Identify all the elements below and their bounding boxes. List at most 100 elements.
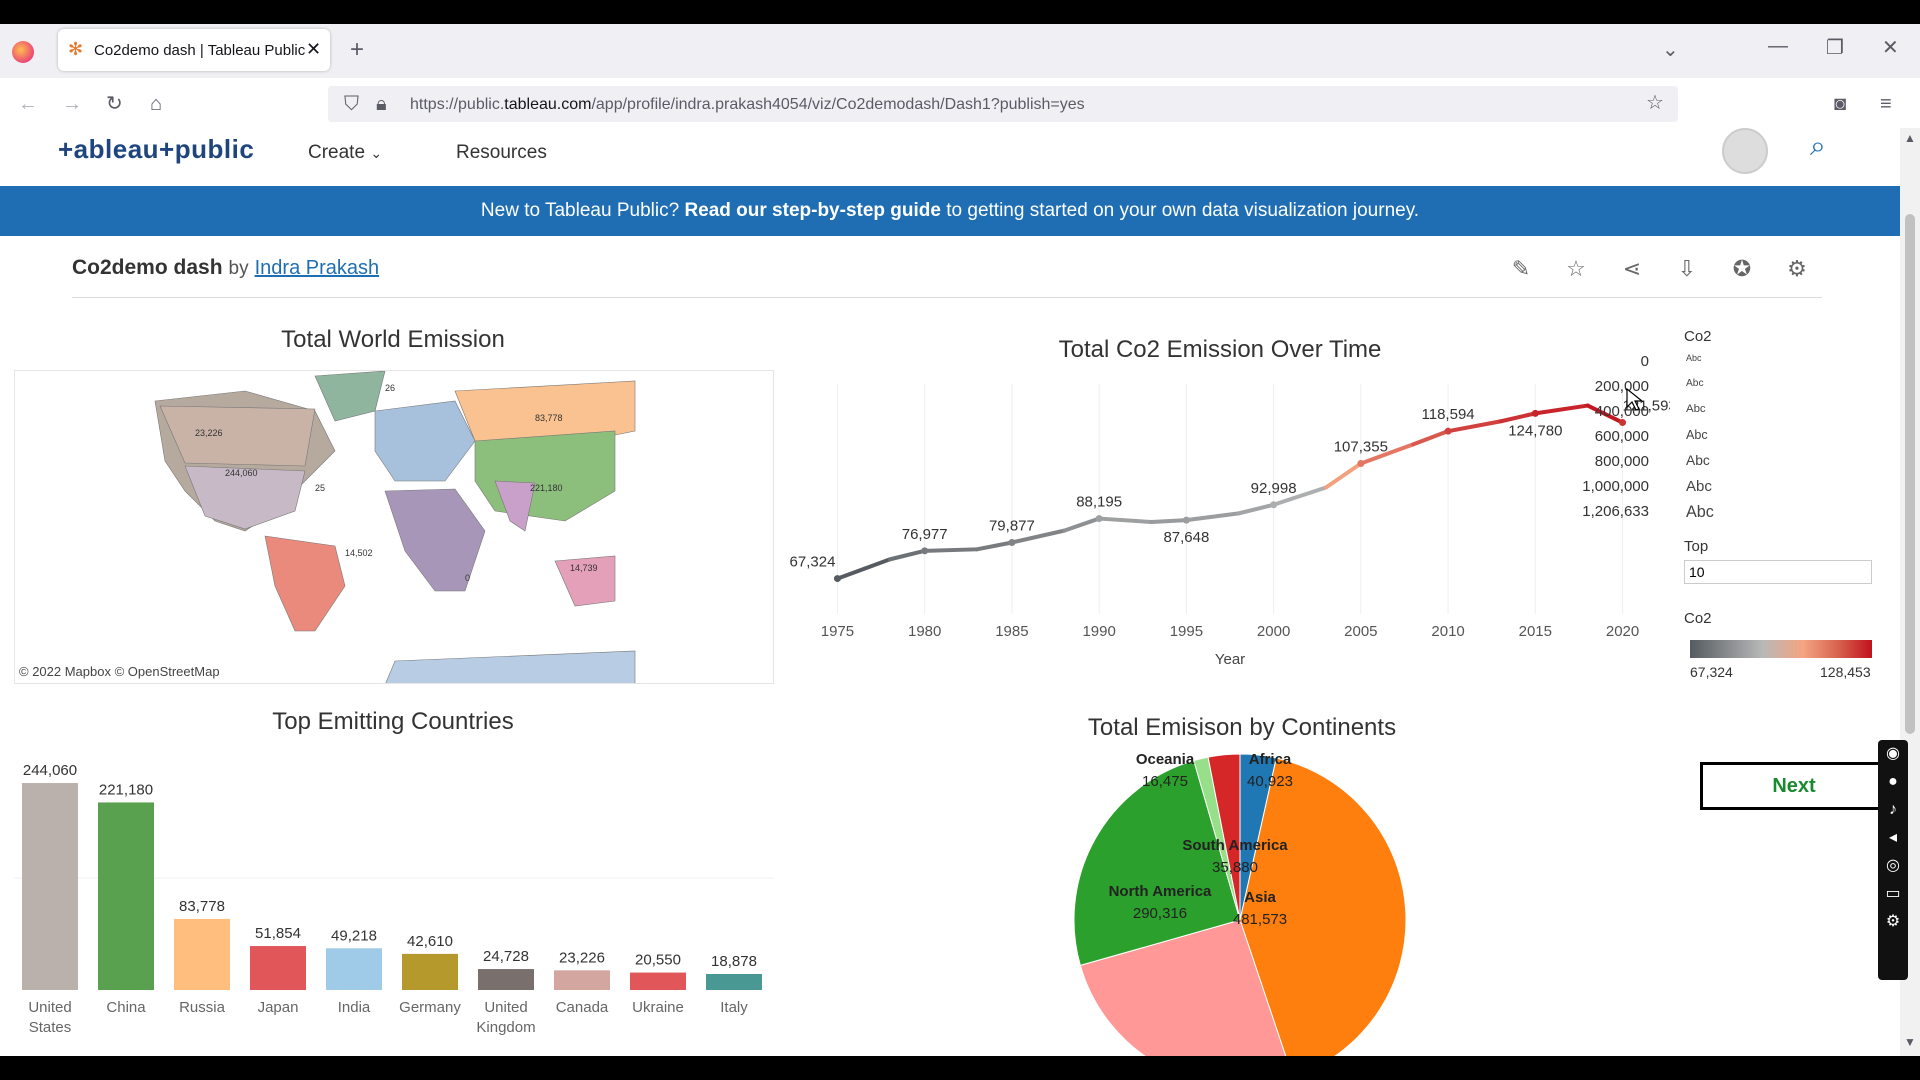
new-tab-icon[interactable]: + [350,38,364,62]
settings-icon[interactable]: ⚙ [1782,256,1812,286]
line-point[interactable] [1095,515,1103,523]
line-segment[interactable] [975,540,1014,552]
bar-category-label: Ukraine [632,999,684,1016]
pie-slice-name: Asia [1244,889,1276,906]
bar-category-label: Canada [556,999,609,1016]
banner-guide-link[interactable]: Read our step-by-step guide [684,200,941,221]
line-segment[interactable] [922,547,980,553]
url-text[interactable]: https://public.tableau.com/app/profile/i… [410,96,1085,114]
map-canada[interactable] [159,405,316,467]
line-point[interactable] [1270,501,1278,509]
bar[interactable] [478,969,534,990]
shield-icon[interactable]: ⛉ [344,94,359,114]
bar[interactable] [630,972,686,990]
camera-icon[interactable]: ◉ [1878,740,1908,768]
minimize-icon[interactable]: — [1768,36,1788,56]
line-point[interactable] [1619,419,1627,427]
x-tick-label: 2020 [1606,623,1639,640]
pie-slice-name: South America [1182,837,1288,854]
restore-icon[interactable]: ❐ [1826,38,1844,58]
line-point[interactable] [1444,427,1452,435]
line-segment[interactable] [835,557,892,581]
award-icon[interactable]: ✪ [1727,256,1757,286]
next-button[interactable]: Next [1700,762,1888,810]
bar[interactable] [706,973,762,990]
line-segment[interactable] [1184,511,1241,523]
size-legend-title: Co2 [1684,328,1712,345]
menu-icon[interactable]: ≡ [1880,94,1892,114]
lock-icon[interactable]: 🔒︎ [376,94,387,114]
line-data-label: 107,355 [1334,438,1388,455]
microphone-icon[interactable]: ♪ [1878,796,1908,824]
line-segment[interactable] [1062,516,1102,533]
line-point[interactable] [1357,459,1365,467]
bar-value-label: 18,878 [711,953,757,970]
bar[interactable] [250,946,306,990]
scroll-up-icon[interactable]: ▲ [1904,132,1916,144]
scroll-down-icon[interactable]: ▼ [1904,1036,1916,1048]
bar[interactable] [174,918,230,990]
map-label: 26 [385,383,395,393]
viz-author-link[interactable]: Indra Prakash [255,257,380,279]
size-legend-abc: Abc [1686,428,1708,442]
list-tabs-icon[interactable]: ⌄ [1662,40,1679,60]
line-segment[interactable] [1149,518,1189,524]
line-point[interactable] [1008,538,1016,546]
line-point[interactable] [833,575,841,583]
url-bar[interactable]: ⛉ 🔒︎ https://public.tableau.com/app/prof… [328,86,1678,122]
bar[interactable] [554,970,610,990]
avatar[interactable] [1722,128,1768,174]
bar-value-label: 24,728 [483,948,529,965]
line-data-label: 92,998 [1251,480,1297,497]
nav-resources[interactable]: Resources [456,142,547,164]
pocket-icon[interactable]: ◙ [1834,94,1846,114]
download-icon[interactable]: ⇩ [1672,256,1702,286]
bar[interactable] [98,802,154,990]
bar-category-label: Germany [399,999,461,1016]
page-content: +ableau+public Create ⌄ Resources ⌕ New … [0,128,1900,1056]
bar[interactable] [22,783,78,990]
line-segment[interactable] [1236,502,1276,516]
line-segment[interactable] [887,548,927,562]
folder-icon[interactable]: ▭ [1878,880,1908,908]
line-segment[interactable] [1097,516,1154,524]
nav-create[interactable]: Create ⌄ [308,142,382,164]
bookmark-star-icon[interactable]: ☆ [1646,93,1664,113]
bar-value-label: 83,778 [179,898,225,915]
bar[interactable] [326,948,382,990]
reload-icon[interactable]: ↻ [106,94,123,114]
bar[interactable] [402,953,458,990]
record-icon[interactable]: ● [1878,768,1908,796]
gear-icon[interactable]: ⚙ [1878,908,1908,936]
scrollbar-thumb[interactable] [1905,214,1915,734]
line-segment[interactable] [1498,411,1538,424]
share-icon[interactable]: ⋖ [1617,256,1647,286]
close-tab-icon[interactable]: ✕ [306,40,321,58]
size-legend-value: 0 [1640,353,1649,370]
forward-icon[interactable]: → [62,94,82,114]
map-label: 23,226 [195,428,223,438]
speaker-icon[interactable]: ◂ [1878,824,1908,852]
browser-window: ✻ Co2demo dash | Tableau Public ✕ + ⌄ — … [0,24,1920,1056]
line-point[interactable] [921,547,929,555]
viz-header: Co2demo dash by Indra Prakash ✎ ☆ ⋖ ⇩ ✪ ⚙ [72,256,1822,298]
star-icon[interactable]: ☆ [1561,256,1591,286]
line-segment[interactable] [1323,461,1363,490]
home-icon[interactable]: ⌂ [150,94,162,114]
back-icon[interactable]: ← [18,94,38,114]
firefox-icon[interactable] [12,41,34,63]
close-window-icon[interactable]: ✕ [1882,38,1899,58]
webcam-icon[interactable]: ◎ [1878,852,1908,880]
edit-icon[interactable]: ✎ [1506,256,1536,286]
search-icon[interactable]: ⌕ [1810,132,1826,160]
line-point[interactable] [1531,409,1539,417]
line-point[interactable] [1182,516,1190,524]
tab-active[interactable]: ✻ Co2demo dash | Tableau Public ✕ [58,29,330,71]
bar-category-label: United [484,999,527,1016]
size-legend-value: 600,000 [1594,428,1649,445]
viz-title: Co2demo dash [72,256,223,279]
tableau-public-logo[interactable]: +ableau+public [58,134,254,165]
line-segment[interactable] [1411,429,1451,447]
world-map[interactable]: 83,778 23,226 244,060 221,180 14,739 14,502 26… [14,370,774,684]
top-input[interactable] [1684,560,1872,584]
